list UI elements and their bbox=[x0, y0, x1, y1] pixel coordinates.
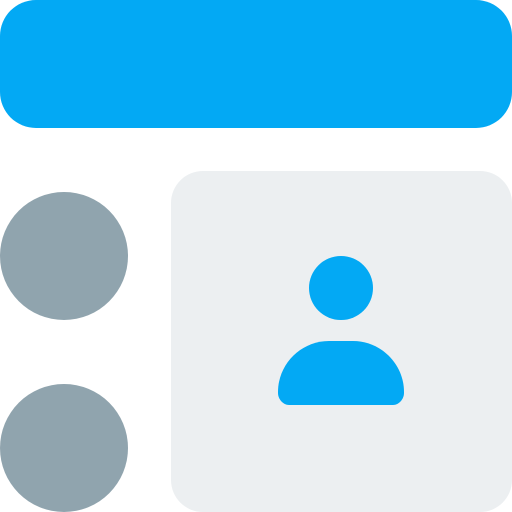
layout-illustration bbox=[0, 0, 512, 512]
list-bullet-2 bbox=[0, 384, 128, 512]
list-bullet-1 bbox=[0, 192, 128, 320]
content-panel bbox=[171, 171, 512, 512]
header-bar bbox=[0, 0, 512, 128]
